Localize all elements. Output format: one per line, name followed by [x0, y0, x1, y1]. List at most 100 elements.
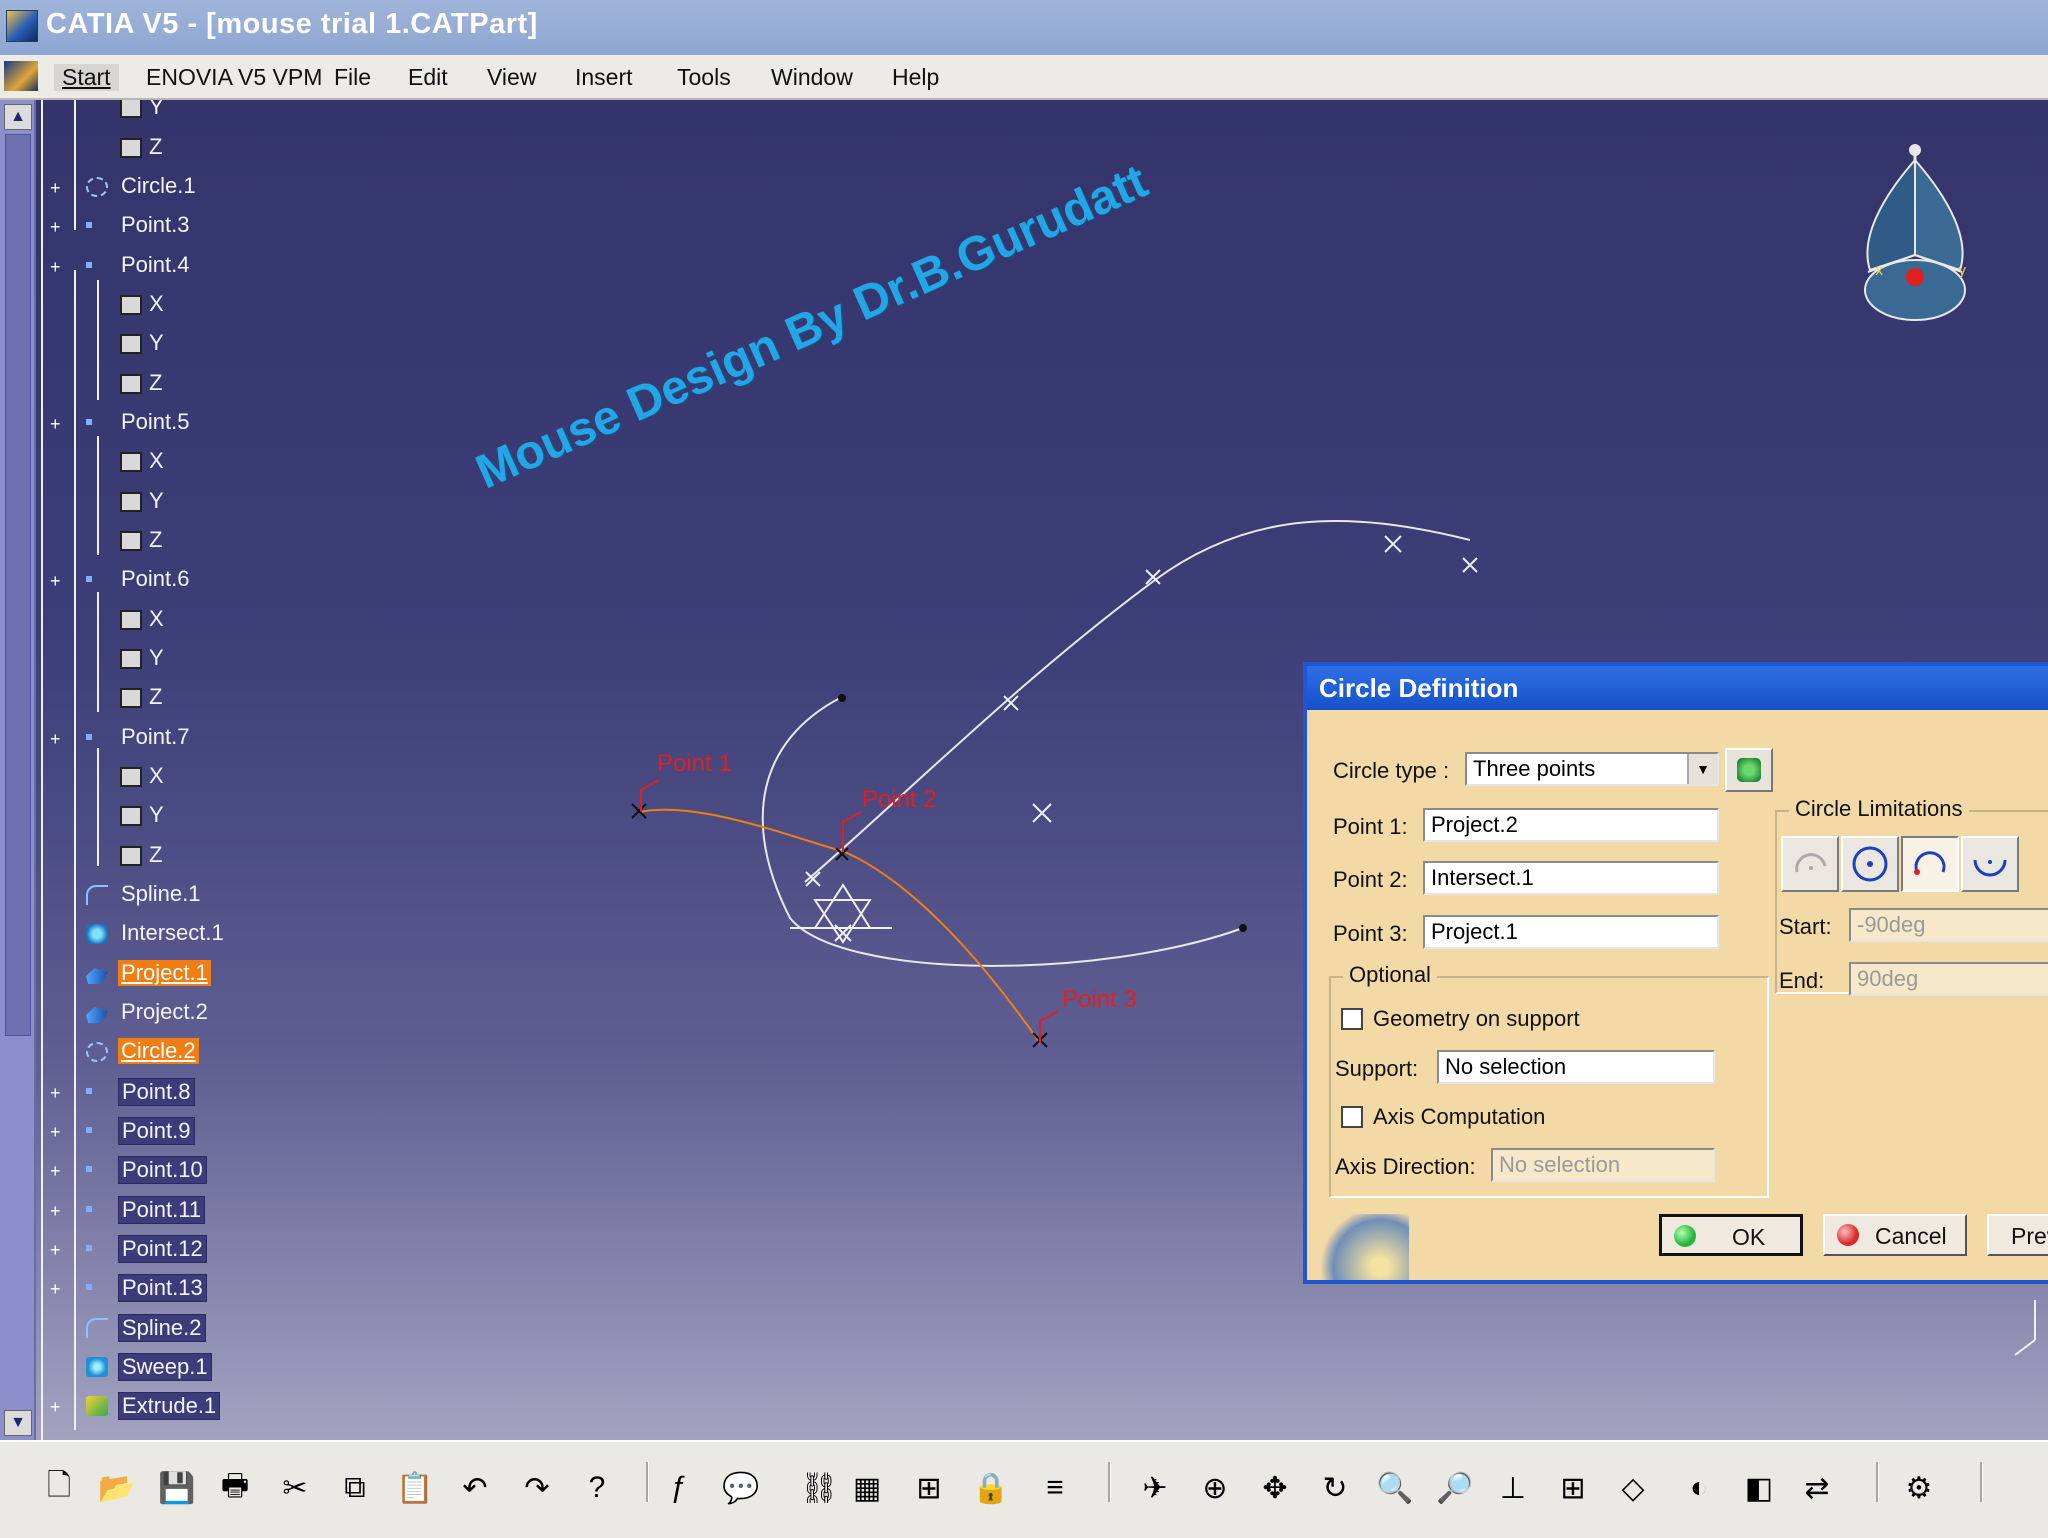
start-label: Start: [1779, 914, 1832, 939]
comment-icon[interactable]: 💬 [722, 1468, 760, 1508]
chevron-down-icon[interactable]: ▼ [1687, 754, 1717, 784]
hide-show-icon[interactable]: ◧ [1740, 1468, 1778, 1508]
point-2-field-label: Point 2: [1333, 867, 1408, 892]
pan-icon[interactable]: ✥ [1256, 1468, 1294, 1508]
catia-app-icon[interactable] [6, 10, 38, 42]
undo-icon[interactable]: ↶ [456, 1468, 494, 1508]
cut-icon[interactable]: ✂ [276, 1468, 314, 1508]
paste-icon[interactable]: 📋 [396, 1468, 434, 1508]
print-icon[interactable]: 🖶 [216, 1468, 254, 1508]
axis-direction-label: Axis Direction: [1335, 1154, 1476, 1179]
save-icon[interactable]: 💾 [158, 1468, 196, 1508]
circle-type-settings-button[interactable] [1725, 748, 1773, 792]
partial-arc-icon [1795, 853, 1827, 873]
link-icon[interactable]: ⛓ [800, 1468, 838, 1508]
dialog-title-bar[interactable]: Circle Definition [1307, 666, 2048, 710]
preview-button[interactable]: Prev [1987, 1214, 2048, 1256]
catia-planet-logo-icon [1313, 1214, 1409, 1280]
limitation-part-arc-button[interactable] [1781, 836, 1839, 892]
new-file-icon[interactable]: 🗋 [40, 1468, 78, 1508]
zoom-out-icon[interactable]: 🔎 [1436, 1468, 1474, 1508]
ok-label: OK [1732, 1224, 1766, 1250]
complementary-arc-icon [1973, 859, 2007, 877]
menu-window[interactable]: Window [771, 64, 853, 91]
menu-help[interactable]: Help [892, 64, 939, 91]
point-3-field-label: Point 3: [1333, 921, 1408, 946]
customize-icon[interactable]: ⚙ [1900, 1468, 1938, 1508]
axis-computation-label: Axis Computation [1373, 1104, 1546, 1129]
menu-edit[interactable]: Edit [408, 64, 448, 91]
fit-all-icon[interactable]: ⊕ [1196, 1468, 1234, 1508]
standard-toolbar: 🗋 📂 💾 🖶 ✂ ⧉ 📋 ↶ ↷? ƒ 💬 ⛓ ▦ ⊞ 🔒 ≡ ✈ ⊕ ✥ ↻ 🔍 🔎 ⊥ ⊞ ◇ ◐ ◧ ⇄ ⚙ [0, 1440, 2048, 1538]
circle-limitations-caption: Circle Limitations [1789, 796, 1969, 822]
shading-icon[interactable]: ◐ [1680, 1468, 1718, 1508]
support-input[interactable]: No selection [1437, 1050, 1715, 1084]
open-icon[interactable]: 📂 [98, 1468, 136, 1508]
circle-type-select[interactable]: Three points ▼ [1465, 752, 1719, 786]
table-icon[interactable]: ▦ [848, 1468, 886, 1508]
dialog-title: Circle Definition [1319, 673, 1519, 703]
window-title: CATIA V5 - [mouse trial 1.CATPart] [46, 8, 538, 40]
whole-circle-icon [1852, 846, 1888, 882]
normal-view-icon[interactable]: ⊥ [1494, 1468, 1532, 1508]
fly-icon[interactable]: ✈ [1136, 1468, 1174, 1508]
title-bar: CATIA V5 - [mouse trial 1.CATPart] [0, 0, 2048, 55]
axis-direction-input[interactable]: No selection [1491, 1148, 1715, 1182]
toolbar-separator [1980, 1462, 1983, 1502]
optional-caption: Optional [1343, 962, 1437, 988]
copy-icon[interactable]: ⧉ [336, 1468, 374, 1508]
menu-enovia[interactable]: ENOVIA V5 VPM [146, 64, 322, 91]
point-2-input[interactable]: Intersect.1 [1423, 861, 1719, 895]
circle-type-value: Three points [1473, 756, 1596, 781]
compass-icon[interactable]: x y [1840, 140, 1990, 340]
axis-system-icon [790, 883, 892, 944]
end-label: End: [1779, 968, 1825, 993]
geometry-on-support-checkbox[interactable] [1341, 1008, 1363, 1030]
menu-start[interactable]: Start [54, 64, 119, 91]
limitation-complementary-arc-button[interactable] [1961, 836, 2019, 892]
formula-icon[interactable]: ƒ [660, 1468, 698, 1508]
limitation-trimmed-arc-button[interactable] [1901, 836, 1959, 892]
point-1-input[interactable]: Project.2 [1423, 808, 1719, 842]
limitation-whole-circle-button[interactable] [1841, 836, 1899, 892]
trimmed-arc-icon [1914, 851, 1946, 875]
toolbar-separator [1108, 1462, 1111, 1502]
axis-computation-checkbox[interactable] [1341, 1106, 1363, 1128]
iso-view-icon[interactable]: ◇ [1614, 1468, 1652, 1508]
menu-bar: Start ENOVIA V5 VPM File Edit View Inser… [0, 55, 2048, 100]
cancel-button[interactable]: Cancel [1823, 1214, 1967, 1256]
rotate-icon[interactable]: ↻ [1316, 1468, 1354, 1508]
ok-status-icon [1674, 1225, 1696, 1247]
menu-tools[interactable]: Tools [677, 64, 731, 91]
toolbar-separator [1876, 1462, 1879, 1502]
tree-icon[interactable]: ⊞ [910, 1468, 948, 1508]
start-input[interactable]: -90deg [1849, 908, 2048, 942]
zoom-in-icon[interactable]: 🔍 [1376, 1468, 1414, 1508]
cancel-label: Cancel [1875, 1223, 1947, 1249]
circle-definition-dialog: Circle Definition Circle type : Three po… [1303, 662, 2048, 1284]
redo-icon[interactable]: ↷ [518, 1468, 556, 1508]
point-3-input[interactable]: Project.1 [1423, 915, 1719, 949]
circle-type-icon [1737, 758, 1761, 782]
swap-visible-icon[interactable]: ⇄ [1798, 1468, 1836, 1508]
menu-insert[interactable]: Insert [575, 64, 633, 91]
whats-this-icon[interactable]: ? [578, 1468, 616, 1508]
point-1-label: Point 1 [657, 750, 732, 777]
ok-button[interactable]: OK [1659, 1214, 1803, 1256]
end-input[interactable]: 90deg [1849, 962, 2048, 996]
support-label: Support: [1335, 1056, 1419, 1081]
cancel-status-icon [1837, 1224, 1859, 1246]
equation-icon[interactable]: ≡ [1036, 1468, 1074, 1508]
menu-view[interactable]: View [487, 64, 536, 91]
svg-text:x: x [1875, 263, 1883, 279]
svg-text:y: y [1958, 263, 1966, 279]
toolbar-separator [646, 1462, 649, 1502]
circle-type-label: Circle type : [1333, 758, 1450, 783]
lock-icon[interactable]: 🔒 [972, 1468, 1010, 1508]
preview-label: Prev [2011, 1223, 2048, 1249]
menu-file[interactable]: File [334, 64, 371, 91]
multi-view-icon[interactable]: ⊞ [1554, 1468, 1592, 1508]
point-2-label: Point 2 [862, 786, 937, 813]
catia-logo-icon[interactable] [4, 61, 38, 91]
selected-circle-arc [639, 808, 1041, 1044]
